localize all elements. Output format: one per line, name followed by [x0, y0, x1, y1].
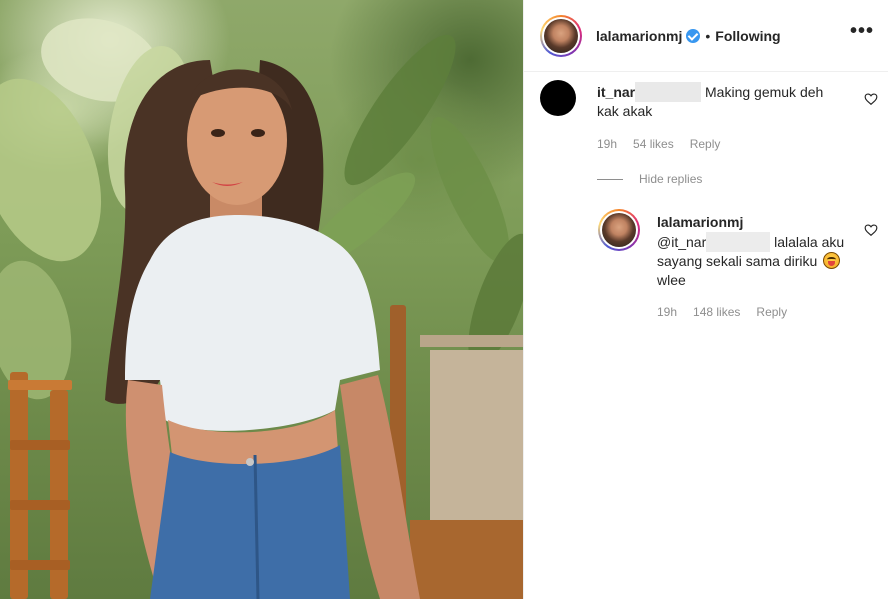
redaction-box — [706, 232, 771, 252]
header-separator: • — [705, 27, 711, 44]
comment-meta: 19h 54 likes Reply — [597, 137, 720, 151]
post-photo[interactable] — [0, 0, 523, 599]
face-with-tongue-emoji-icon — [823, 252, 841, 269]
reply-body: lalamarionmj @it_nar lalalala aku sayang… — [657, 213, 847, 290]
reply-avatar[interactable] — [598, 209, 640, 251]
like-heart-icon[interactable] — [864, 92, 878, 106]
comment-body: it_nar Making gemuk deh kak akak — [597, 82, 837, 121]
comment-likes[interactable]: 54 likes — [633, 137, 674, 151]
reply-button[interactable]: Reply — [690, 137, 721, 151]
profile-avatar[interactable] — [540, 14, 582, 57]
reply-likes[interactable]: 148 likes — [693, 305, 740, 319]
hide-replies-label: Hide replies — [639, 172, 703, 186]
photo-illustration — [0, 18, 523, 599]
divider-line — [597, 178, 623, 180]
hide-replies-toggle[interactable]: Hide replies — [597, 172, 702, 186]
comment-time[interactable]: 19h — [597, 137, 617, 151]
redaction-box — [635, 82, 702, 102]
avatar-image — [602, 213, 636, 247]
reply-mention[interactable]: @it_nar — [657, 234, 706, 250]
post-header: lalamarionmj • Following ••• — [524, 0, 888, 72]
reply-time[interactable]: 19h — [657, 305, 677, 319]
following-button[interactable]: Following — [715, 28, 780, 44]
verified-badge-icon — [686, 28, 701, 43]
comment-username[interactable]: it_nar — [597, 84, 635, 100]
header-username[interactable]: lalamarionmj — [596, 28, 682, 44]
reply-text-end: wlee — [657, 272, 686, 288]
reply-meta: 19h 148 likes Reply — [657, 305, 787, 319]
more-options-icon[interactable]: ••• — [850, 21, 874, 41]
avatar-image — [544, 18, 578, 53]
reply-username[interactable]: lalamarionmj — [657, 213, 847, 232]
comments-panel: lalamarionmj • Following ••• it_nar Maki… — [523, 0, 888, 599]
reply-button[interactable]: Reply — [756, 305, 787, 319]
like-heart-icon[interactable] — [864, 223, 878, 237]
commenter-avatar[interactable] — [540, 80, 576, 116]
